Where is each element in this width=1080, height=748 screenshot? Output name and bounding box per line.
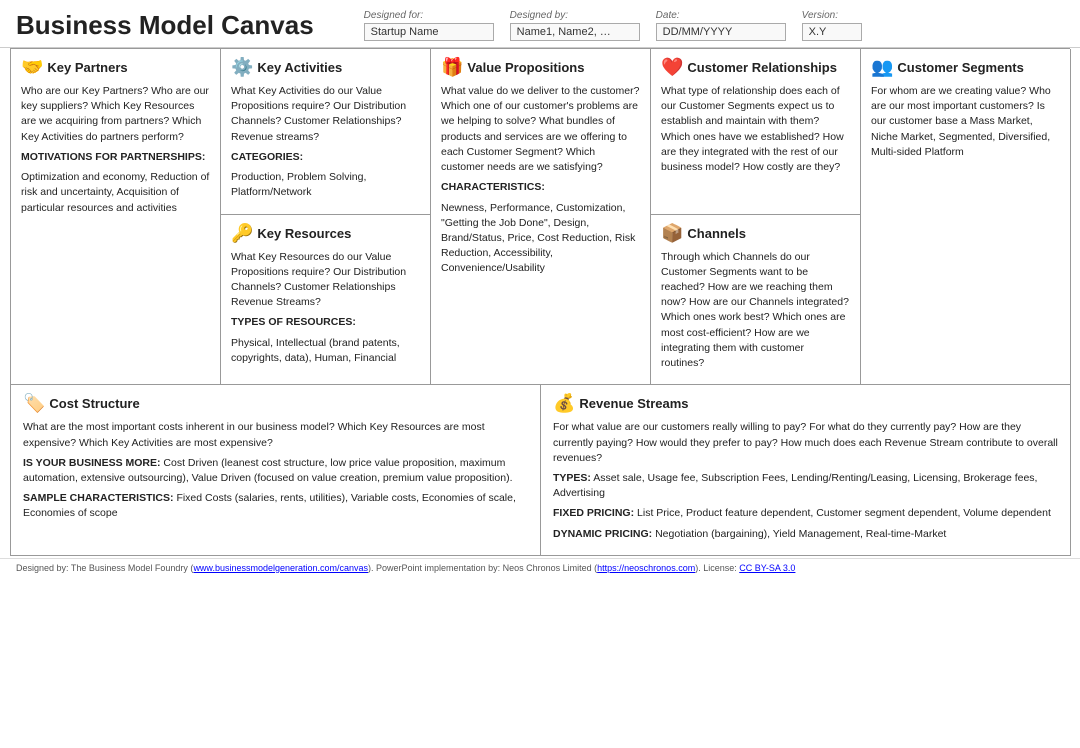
customer-segments-body: For whom are we creating value? Who are …	[871, 84, 1060, 160]
key-resources-icon: 🔑	[231, 223, 253, 244]
customer-segments-questions: For whom are we creating value? Who are …	[871, 84, 1060, 160]
key-resources-questions: What Key Resources do our Value Proposit…	[231, 250, 420, 311]
version-field: Version:	[802, 10, 862, 41]
customer-relationships-title: ❤️ Customer Relationships	[661, 57, 850, 78]
revenue-streams-questions: For what value are our customers really …	[553, 420, 1058, 466]
customer-relationships-icon: ❤️	[661, 57, 683, 78]
key-partners-title: 🤝 Key Partners	[21, 57, 210, 78]
bottom-grid: 🏷️ Cost Structure What are the most impo…	[10, 385, 1070, 556]
key-activities-categories: Production, Problem Solving, Platform/Ne…	[231, 170, 420, 200]
channels-cell: 📦 Channels Through which Channels do our…	[651, 215, 861, 386]
page-title: Business Model Canvas	[16, 10, 314, 41]
key-partners-motivations-title: MOTIVATIONS FOR PARTNERSHIPS:	[21, 151, 205, 163]
designed-for-input[interactable]	[364, 23, 494, 41]
key-partners-body: Who are our Key Partners? Who are our ke…	[21, 84, 210, 216]
key-resources-body: What Key Resources do our Value Proposit…	[231, 250, 420, 367]
footer-link2[interactable]: https://neoschronos.com	[597, 563, 695, 573]
revenue-streams-title: 💰 Revenue Streams	[553, 393, 1058, 414]
date-label: Date:	[656, 10, 786, 21]
channels-title: 📦 Channels	[661, 223, 850, 244]
revenue-dynamic-title: DYNAMIC PRICING:	[553, 528, 652, 540]
revenue-streams-cell: 💰 Revenue Streams For what value are our…	[541, 385, 1071, 556]
header: Business Model Canvas Designed for: Desi…	[0, 0, 1080, 48]
key-partners-cell: 🤝 Key Partners Who are our Key Partners?…	[11, 49, 221, 385]
revenue-fixed-title: FIXED PRICING:	[553, 507, 634, 519]
key-activities-questions: What Key Activities do our Value Proposi…	[231, 84, 420, 145]
key-resources-types-title: TYPES OF RESOURCES:	[231, 316, 356, 328]
cost-structure-cell: 🏷️ Cost Structure What are the most impo…	[11, 385, 541, 556]
designed-for-label: Designed for:	[364, 10, 494, 21]
footer: Designed by: The Business Model Foundry …	[0, 558, 1080, 577]
key-activities-icon: ⚙️	[231, 57, 253, 78]
customer-relationships-cell: ❤️ Customer Relationships What type of r…	[651, 49, 861, 215]
key-partners-icon: 🤝	[21, 57, 43, 78]
key-resources-cell: 🔑 Key Resources What Key Resources do ou…	[221, 215, 431, 386]
cost-structure-title: 🏷️ Cost Structure	[23, 393, 528, 414]
cost-sample-title: SAMPLE CHARACTERISTICS:	[23, 492, 174, 504]
revenue-streams-body: For what value are our customers really …	[553, 420, 1058, 542]
key-activities-categories-title: CATEGORIES:	[231, 151, 303, 163]
key-activities-cell: ⚙️ Key Activities What Key Activities do…	[221, 49, 431, 215]
key-resources-types: Physical, Intellectual (brand patents, c…	[231, 336, 420, 366]
revenue-types-text: Asset sale, Usage fee, Subscription Fees…	[553, 472, 1037, 499]
value-propositions-body: What value do we deliver to the customer…	[441, 84, 640, 277]
designed-by-field: Designed by:	[510, 10, 640, 41]
value-propositions-icon: 🎁	[441, 57, 463, 78]
value-propositions-char-title: CHARACTERISTICS:	[441, 181, 545, 193]
value-propositions-questions: What value do we deliver to the customer…	[441, 84, 640, 175]
cost-structure-icon: 🏷️	[23, 393, 45, 414]
customer-segments-title: 👥 Customer Segments	[871, 57, 1060, 78]
version-input[interactable]	[802, 23, 862, 41]
footer-text3: ). License:	[695, 563, 739, 573]
key-activities-title: ⚙️ Key Activities	[231, 57, 420, 78]
cost-structure-questions: What are the most important costs inhere…	[23, 420, 528, 450]
value-propositions-characteristics: Newness, Performance, Customization, "Ge…	[441, 201, 640, 277]
date-input[interactable]	[656, 23, 786, 41]
key-partners-questions: Who are our Key Partners? Who are our ke…	[21, 84, 210, 145]
customer-relationships-body: What type of relationship does each of o…	[661, 84, 850, 175]
customer-relationships-questions: What type of relationship does each of o…	[661, 84, 850, 175]
revenue-dynamic-text: Negotiation (bargaining), Yield Manageme…	[655, 528, 946, 540]
customer-segments-icon: 👥	[871, 57, 893, 78]
key-partners-motivations: Optimization and economy, Reduction of r…	[21, 170, 210, 216]
footer-text1: Designed by: The Business Model Foundry …	[16, 563, 193, 573]
footer-link3[interactable]: CC BY-SA 3.0	[739, 563, 795, 573]
channels-icon: 📦	[661, 223, 683, 244]
footer-link1[interactable]: www.businessmodelgeneration.com/canvas	[193, 563, 368, 573]
revenue-fixed-text: List Price, Product feature dependent, C…	[637, 507, 1051, 519]
version-label: Version:	[802, 10, 862, 21]
footer-text2: ). PowerPoint implementation by: Neos Ch…	[368, 563, 597, 573]
channels-questions: Through which Channels do our Customer S…	[661, 250, 850, 372]
customer-segments-cell: 👥 Customer Segments For whom are we crea…	[861, 49, 1071, 385]
value-propositions-title: 🎁 Value Propositions	[441, 57, 640, 78]
key-resources-title: 🔑 Key Resources	[231, 223, 420, 244]
date-field: Date:	[656, 10, 786, 41]
header-fields: Designed for: Designed by: Date: Version…	[364, 10, 1064, 41]
revenue-types-title: TYPES:	[553, 472, 591, 484]
designed-for-field: Designed for:	[364, 10, 494, 41]
key-activities-body: What Key Activities do our Value Proposi…	[231, 84, 420, 201]
designed-by-input[interactable]	[510, 23, 640, 41]
value-propositions-cell: 🎁 Value Propositions What value do we de…	[431, 49, 651, 385]
revenue-streams-icon: 💰	[553, 393, 575, 414]
channels-body: Through which Channels do our Customer S…	[661, 250, 850, 372]
cost-driven-title: IS YOUR BUSINESS MORE:	[23, 457, 161, 469]
designed-by-label: Designed by:	[510, 10, 640, 21]
canvas-grid: 🤝 Key Partners Who are our Key Partners?…	[10, 48, 1070, 385]
cost-structure-body: What are the most important costs inhere…	[23, 420, 528, 521]
